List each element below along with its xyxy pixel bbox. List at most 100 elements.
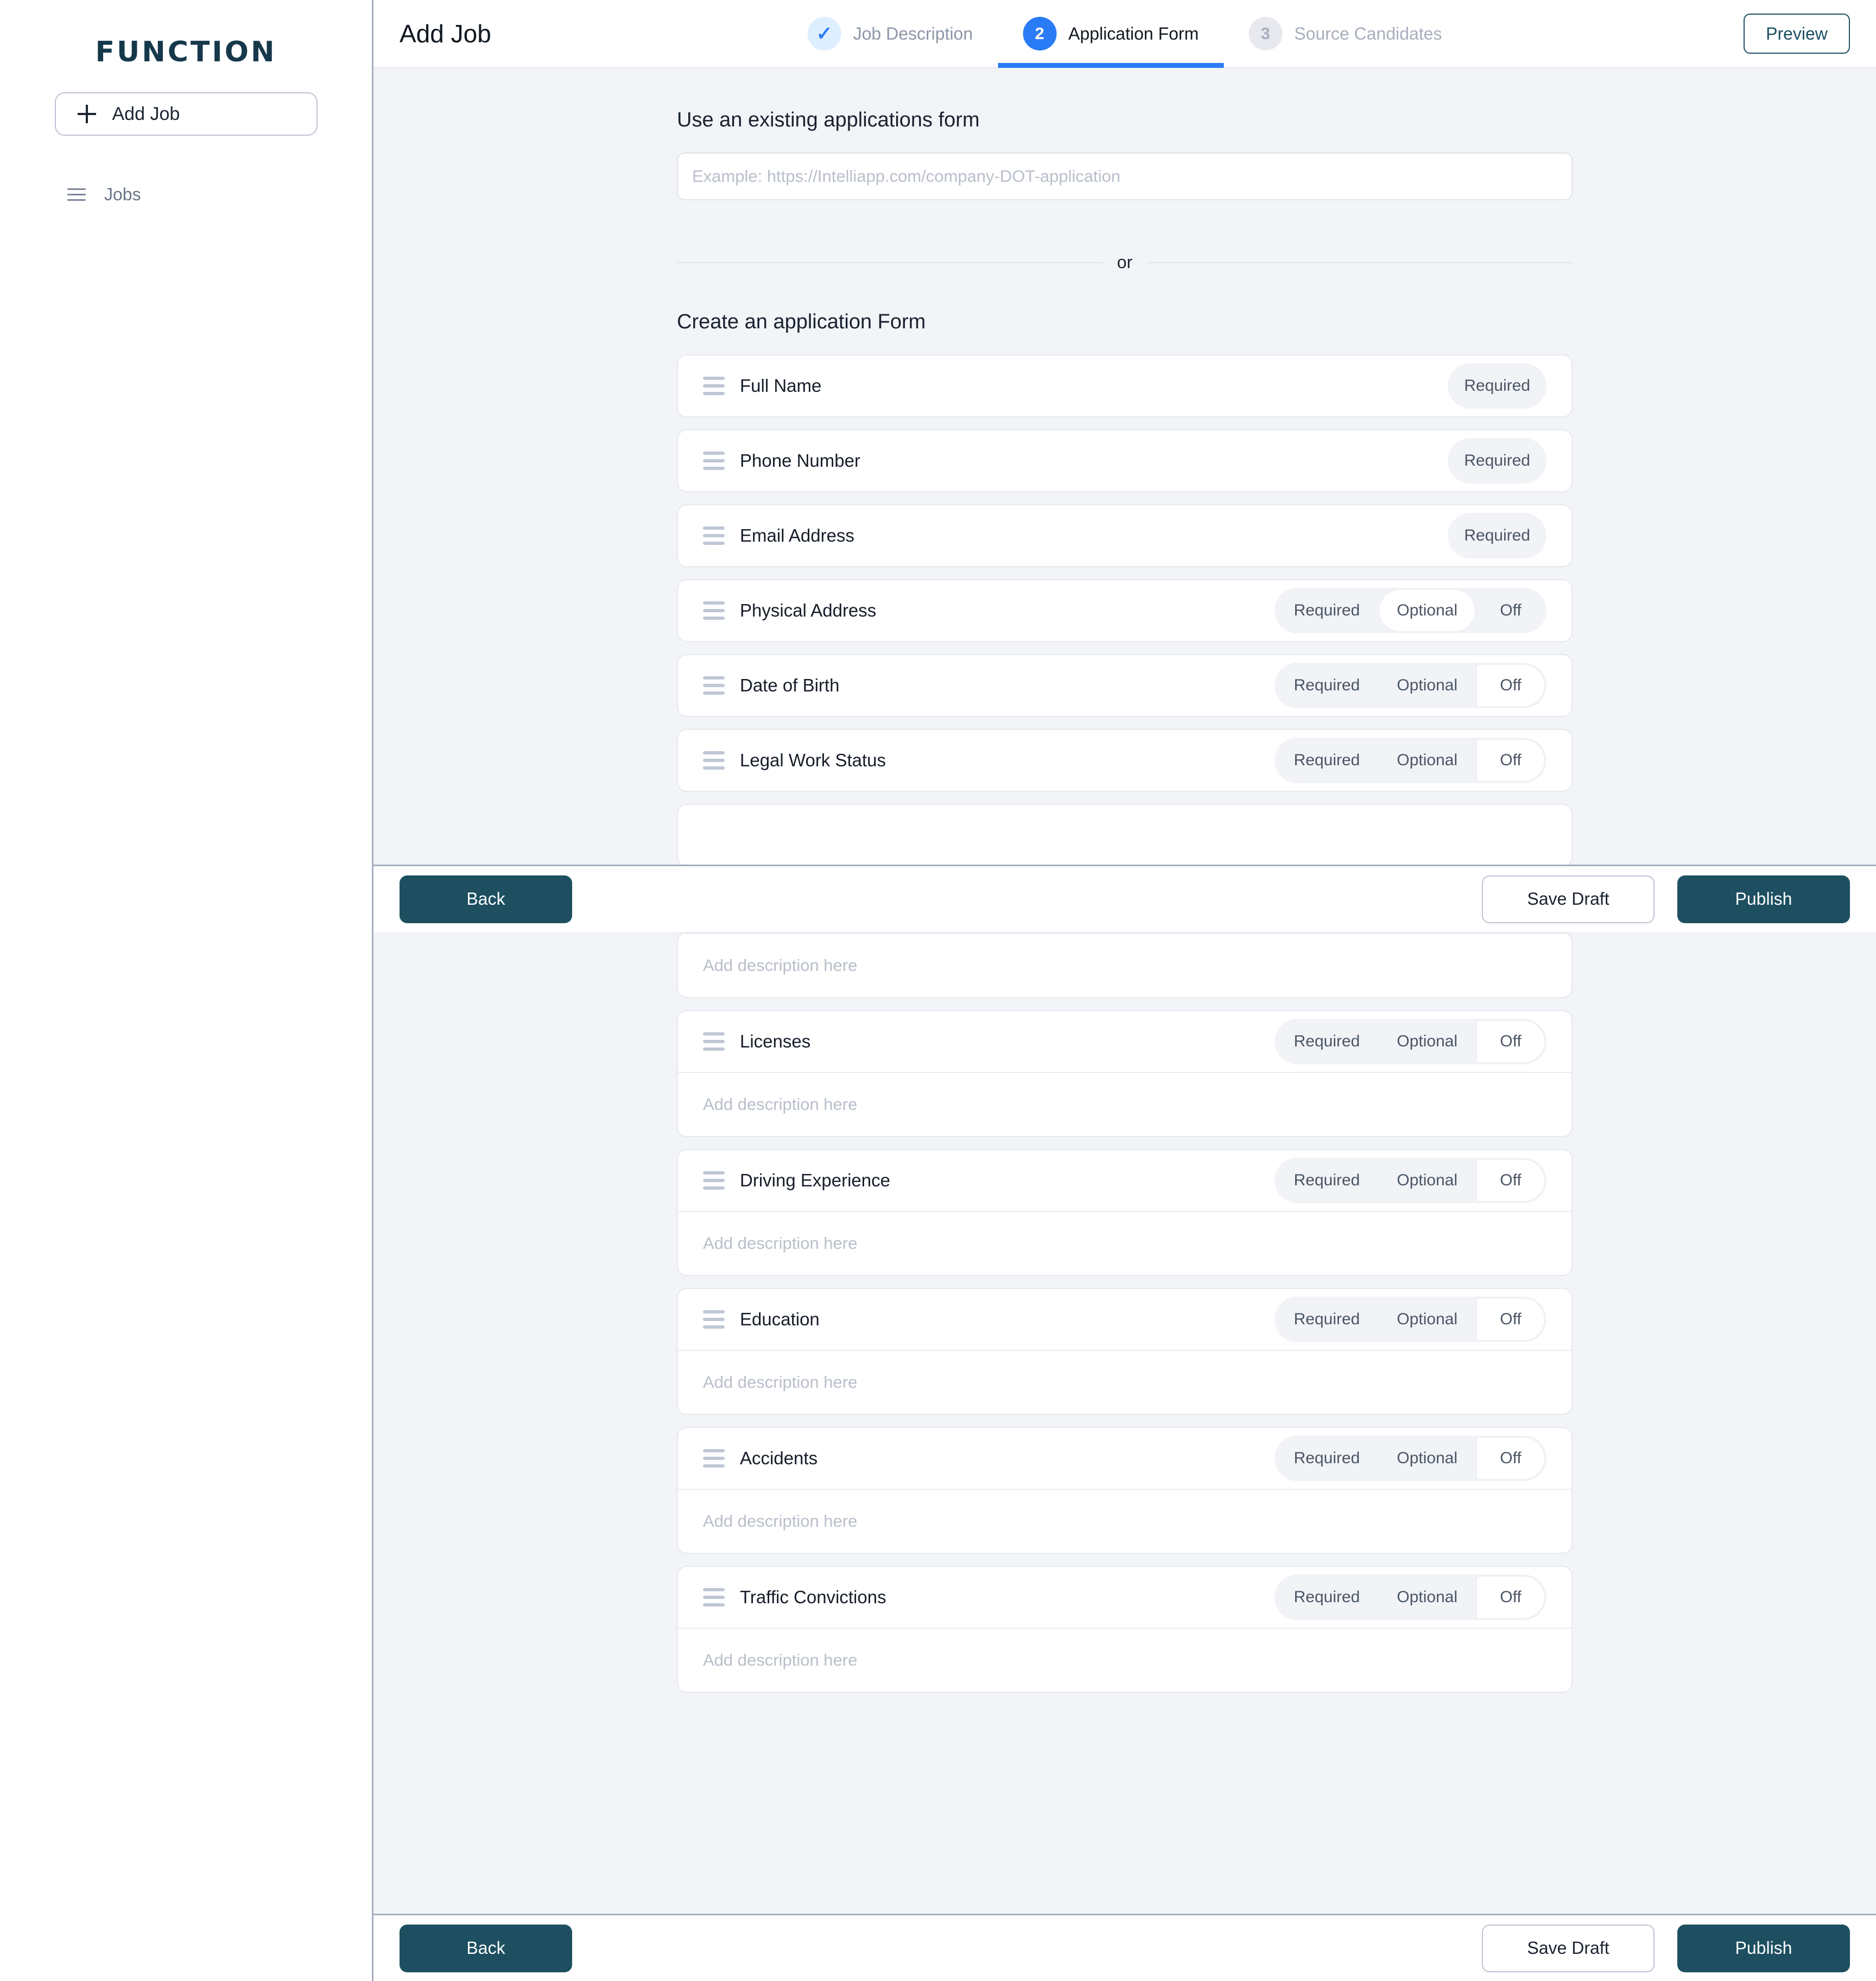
- segment-required[interactable]: Required: [1276, 1020, 1379, 1063]
- form-field-row: Education Required Optional Off Add desc…: [677, 1288, 1573, 1415]
- existing-form-heading: Use an existing applications form: [677, 109, 980, 131]
- or-divider: or: [677, 252, 1573, 272]
- requirement-segmented-control: Required Optional Off: [1274, 1574, 1547, 1620]
- sidebar-item-jobs[interactable]: Jobs: [0, 178, 372, 211]
- form-field-row: Full Name Required: [677, 354, 1573, 417]
- preview-button[interactable]: Preview: [1744, 14, 1850, 54]
- step-number-badge: 3: [1248, 17, 1283, 50]
- segment-off[interactable]: Off: [1476, 1159, 1545, 1202]
- form-field-row: Legal Work Status Required Optional Off: [677, 729, 1573, 792]
- form-field-row: Traffic Convictions Required Optional Of…: [677, 1566, 1573, 1693]
- segment-required[interactable]: Required: [1276, 739, 1379, 782]
- segment-required[interactable]: Required: [1276, 1159, 1379, 1202]
- segment-required[interactable]: Required: [1276, 589, 1379, 632]
- publish-button[interactable]: Publish: [1677, 875, 1850, 923]
- segment-off[interactable]: Off: [1476, 1576, 1545, 1619]
- step-check-icon: ✓: [807, 17, 841, 50]
- form-field-row: Accidents Required Optional Off Add desc…: [677, 1427, 1573, 1554]
- requirement-segmented-control: Required Optional Off: [1274, 1297, 1547, 1342]
- save-draft-button[interactable]: Save Draft: [1482, 875, 1655, 923]
- form-field-row-partial: [677, 804, 1573, 867]
- segment-off[interactable]: Off: [1476, 739, 1545, 782]
- step-number-badge: 2: [1023, 17, 1057, 50]
- main-region: Add Job ✓ Job Description 2 Application …: [373, 0, 1876, 1981]
- segment-optional[interactable]: Optional: [1378, 1159, 1476, 1202]
- segment-optional[interactable]: Optional: [1378, 1437, 1476, 1480]
- field-label: Physical Address: [740, 600, 877, 620]
- tab-source-candidates[interactable]: 3 Source Candidates: [1224, 0, 1467, 68]
- action-bar-bottom: Back Save Draft Publish: [373, 1914, 1876, 1981]
- form-field-row: Physical Address Required Optional Off: [677, 579, 1573, 642]
- drag-handle-icon[interactable]: [703, 601, 725, 620]
- field-label: Accidents: [740, 1448, 818, 1468]
- drag-handle-icon[interactable]: [703, 1032, 725, 1051]
- drag-handle-icon[interactable]: [703, 676, 725, 695]
- segment-required[interactable]: Required: [1276, 664, 1379, 707]
- segment-optional[interactable]: Optional: [1378, 664, 1476, 707]
- field-label: Full Name: [740, 376, 822, 396]
- sidebar-item-label: Jobs: [104, 184, 141, 204]
- requirement-segmented-control: Required Optional Off: [1274, 663, 1547, 708]
- segment-off[interactable]: Off: [1476, 1437, 1545, 1480]
- segment-optional[interactable]: Optional: [1378, 1576, 1476, 1619]
- requirement-segmented-control: Required Optional Off: [1274, 588, 1547, 633]
- form-field-list-upper: Full Name Required Phone Number Required…: [677, 354, 1573, 867]
- segment-optional[interactable]: Optional: [1378, 1020, 1476, 1063]
- drag-handle-icon[interactable]: [703, 452, 725, 470]
- drag-handle-icon[interactable]: [703, 1588, 725, 1607]
- form-field-row: Driving Experience Required Optional Off…: [677, 1149, 1573, 1276]
- segment-off[interactable]: Off: [1476, 589, 1545, 632]
- field-description-input[interactable]: Add description here: [678, 1211, 1571, 1275]
- form-field-row: Email Address Required: [677, 504, 1573, 567]
- segment-required[interactable]: Required: [1276, 1576, 1379, 1619]
- segment-off[interactable]: Off: [1476, 1020, 1545, 1063]
- hamburger-icon: [67, 188, 86, 201]
- tab-application-form[interactable]: 2 Application Form: [998, 0, 1224, 68]
- content-scroll-area-lower[interactable]: Add description here Licenses Required O…: [373, 932, 1876, 1914]
- back-button[interactable]: Back: [400, 875, 572, 923]
- existing-form-url-input[interactable]: [677, 153, 1573, 200]
- drag-handle-icon[interactable]: [703, 526, 725, 545]
- segment-optional[interactable]: Optional: [1378, 589, 1476, 632]
- segment-optional[interactable]: Optional: [1378, 1298, 1476, 1341]
- field-label: Driving Experience: [740, 1170, 890, 1190]
- drag-handle-icon[interactable]: [703, 1171, 725, 1190]
- page-title: Add Job: [400, 20, 491, 48]
- segment-off[interactable]: Off: [1476, 1298, 1545, 1341]
- step-indicator: ✓ Job Description 2 Application Form 3 S…: [783, 0, 1467, 68]
- form-field-list-lower: Add description here Licenses Required O…: [677, 932, 1573, 1693]
- divider-line-left: [677, 262, 1103, 263]
- save-draft-button[interactable]: Save Draft: [1482, 1924, 1655, 1972]
- form-field-row-continued: Add description here: [677, 932, 1573, 998]
- requirement-segmented-control: Required Optional Off: [1274, 1019, 1547, 1064]
- field-description-input[interactable]: Add description here: [678, 1072, 1571, 1136]
- segment-required[interactable]: Required: [1276, 1437, 1379, 1480]
- publish-button[interactable]: Publish: [1677, 1924, 1850, 1972]
- field-label: Legal Work Status: [740, 750, 886, 770]
- topbar: Add Job ✓ Job Description 2 Application …: [373, 0, 1876, 68]
- field-description-input[interactable]: Add description here: [678, 1628, 1571, 1692]
- segment-required[interactable]: Required: [1276, 1298, 1379, 1341]
- drag-handle-icon[interactable]: [703, 751, 725, 770]
- field-description-input[interactable]: Add description here: [678, 933, 1571, 997]
- step-label: Application Form: [1068, 23, 1199, 43]
- segment-off[interactable]: Off: [1476, 664, 1545, 707]
- sidebar: FUNCTION Add Job Jobs: [0, 0, 373, 1981]
- drag-handle-icon[interactable]: [703, 377, 725, 395]
- segment-optional[interactable]: Optional: [1378, 739, 1476, 782]
- back-button[interactable]: Back: [400, 1924, 572, 1972]
- app-root: FUNCTION Add Job Jobs Add Job ✓ Job Desc…: [0, 0, 1876, 1981]
- tab-job-description[interactable]: ✓ Job Description: [783, 0, 998, 68]
- drag-handle-icon[interactable]: [703, 1310, 725, 1329]
- field-label: Email Address: [740, 525, 854, 545]
- requirement-segmented-control: Required Optional Off: [1274, 1158, 1547, 1203]
- add-job-button[interactable]: Add Job: [54, 92, 318, 136]
- drag-handle-icon[interactable]: [703, 1449, 725, 1468]
- form-field-row: Licenses Required Optional Off Add descr…: [677, 1010, 1573, 1137]
- field-description-input[interactable]: Add description here: [678, 1489, 1571, 1553]
- step-label: Source Candidates: [1294, 23, 1442, 43]
- field-label: Phone Number: [740, 450, 860, 471]
- or-label: or: [1117, 252, 1133, 272]
- field-description-input[interactable]: Add description here: [678, 1350, 1571, 1414]
- form-field-row: Phone Number Required: [677, 429, 1573, 492]
